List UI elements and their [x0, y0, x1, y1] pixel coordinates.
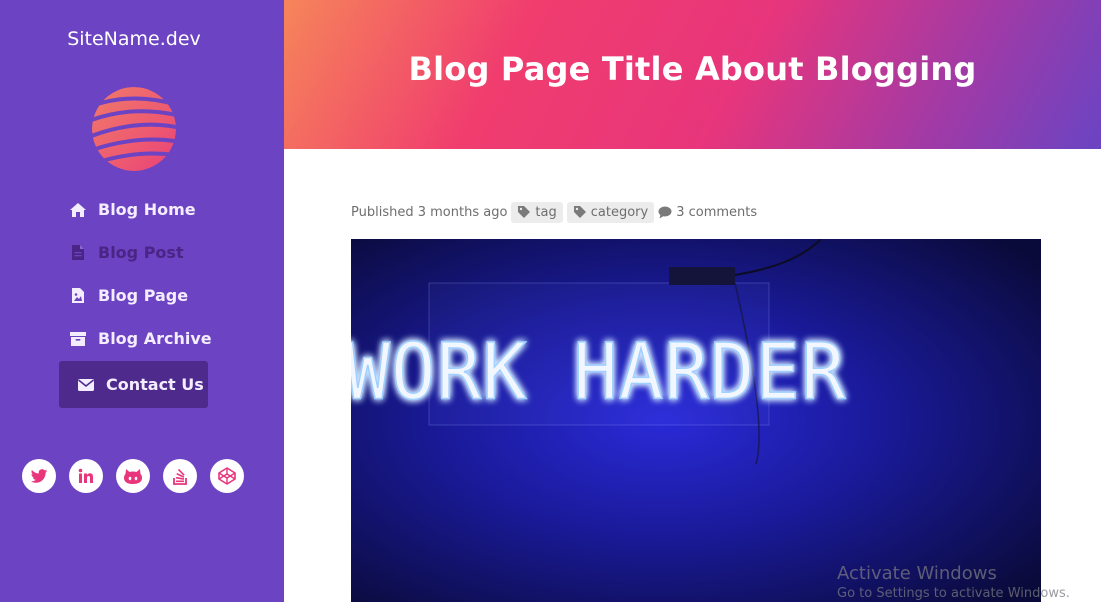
sidebar-item-contact-us[interactable]: Contact Us [59, 361, 208, 408]
envelope-icon [77, 376, 95, 394]
linkedin-icon [78, 468, 93, 483]
category-chip[interactable]: category [566, 201, 655, 223]
neon-sign-text: WORK HARDER [351, 327, 846, 417]
tag-chip[interactable]: tag [511, 201, 563, 223]
site-name[interactable]: SiteName.dev [0, 28, 268, 50]
image-file-icon [69, 287, 87, 305]
comment-icon [658, 206, 672, 218]
comments-link[interactable]: 3 comments [658, 205, 757, 220]
stackoverflow-icon [173, 468, 187, 485]
github-link[interactable] [116, 459, 150, 493]
published-date: Published 3 months ago [351, 204, 508, 220]
github-icon [124, 468, 142, 484]
category-label: category [590, 204, 649, 220]
sidebar-item-label: Contact Us [106, 375, 204, 394]
sidebar-nav: Blog Home Blog Post Blog Page Blog Archi… [59, 188, 219, 408]
tag-label: tag [535, 204, 557, 220]
sidebar-item-blog-page[interactable]: Blog Page [59, 274, 219, 317]
social-links [22, 459, 244, 493]
sidebar-item-blog-archive[interactable]: Blog Archive [59, 317, 219, 360]
sidebar-item-blog-home[interactable]: Blog Home [59, 188, 219, 231]
post-meta: Published 3 months ago tag category 3 co… [351, 201, 757, 223]
activate-windows-watermark: Activate Windows Go to Settings to activ… [837, 563, 1070, 601]
hero-image: WORK HARDER [351, 239, 1041, 602]
twitter-link[interactable] [22, 459, 56, 493]
twitter-icon [30, 468, 48, 483]
sidebar-item-label: Blog Home [98, 200, 196, 219]
watermark-title: Activate Windows [837, 563, 997, 584]
document-icon [69, 244, 87, 262]
tag-icon [573, 206, 586, 218]
tag-icon [518, 206, 531, 218]
page-header: Blog Page Title About Blogging [284, 0, 1101, 149]
sidebar-item-label: Blog Post [98, 243, 184, 262]
home-icon [69, 201, 87, 219]
sidebar-item-label: Blog Archive [98, 329, 212, 348]
logo-icon[interactable] [91, 86, 177, 172]
comments-count: 3 comments [676, 204, 758, 220]
page-title: Blog Page Title About Blogging [408, 50, 977, 88]
stackoverflow-link[interactable] [163, 459, 197, 493]
codepen-link[interactable] [210, 459, 244, 493]
watermark-subtitle: Go to Settings to activate Windows. [837, 586, 1070, 601]
sidebar-item-label: Blog Page [98, 286, 189, 305]
sidebar-item-blog-post[interactable]: Blog Post [59, 231, 219, 274]
codepen-icon [218, 467, 236, 485]
archive-icon [69, 330, 87, 348]
sidebar: SiteName.dev Blog Home Blog Post Blog Pa… [0, 0, 284, 602]
linkedin-link[interactable] [69, 459, 103, 493]
